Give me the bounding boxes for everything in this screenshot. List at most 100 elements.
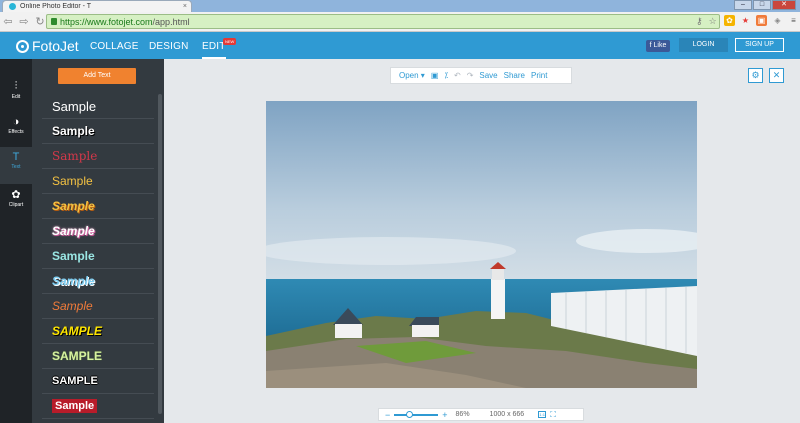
extension-icon[interactable]: ▣ (756, 15, 767, 26)
browser-toolbar: ⇦ ⇨ ↻ https://www.fotojet.com/app.html ⚷… (0, 12, 800, 32)
logo-icon (16, 39, 29, 53)
app-header: FotoJet COLLAGE DESIGN EDIT NEW f Like L… (0, 32, 800, 59)
text-style-item[interactable]: Sample (42, 294, 154, 319)
fotojet-logo[interactable]: FotoJet (16, 38, 79, 54)
zoom-slider[interactable] (394, 410, 439, 418)
image-icon[interactable]: ▣ (431, 71, 439, 80)
add-text-button[interactable]: Add Text (58, 68, 136, 84)
key-icon[interactable]: ⚷ (696, 16, 703, 27)
nav-collage[interactable]: COLLAGE (90, 41, 139, 52)
zoom-bar: − + 86% 1000 x 666 1:1 ⛶ (378, 408, 584, 421)
share-button[interactable]: Share (504, 71, 525, 80)
text-style-item[interactable]: Sample (42, 244, 154, 269)
text-style-item[interactable]: Sample (42, 269, 154, 294)
text-style-sample: SAMPLE (52, 349, 103, 363)
lock-icon (51, 18, 57, 25)
url-path: /app.html (152, 16, 190, 27)
zoom-out-icon[interactable]: − (385, 410, 390, 420)
text-style-item[interactable]: Sample (42, 144, 154, 169)
text-style-item[interactable]: Sample (42, 219, 154, 244)
text-style-item[interactable]: SAMPLE (42, 319, 154, 344)
rail-item-text[interactable]: T Text (0, 147, 32, 184)
edit-toolbar: Open ▾ ▣ ⁒ ↶ ↷ Save Share Print (390, 67, 572, 84)
lighthouse-photo (266, 101, 697, 388)
text-style-sample: Sample (52, 224, 95, 238)
extension-icon[interactable]: ✿ (724, 15, 735, 26)
actual-size-button[interactable]: 1:1 (538, 411, 547, 418)
back-icon[interactable]: ⇦ (0, 15, 16, 28)
rail-item-edit[interactable]: ⫶ Edit (0, 76, 32, 113)
rail-label: Clipart (8, 202, 24, 208)
close-window-icon[interactable]: ✕ (772, 0, 796, 10)
browser-tab-bar: Online Photo Editor - T × – □ ✕ (0, 0, 800, 12)
nav-design[interactable]: DESIGN (149, 41, 189, 52)
text-style-sample: Sample (52, 174, 93, 188)
zoom-slider-handle[interactable] (406, 410, 414, 418)
text-style-sample: Sample (52, 199, 95, 213)
address-bar[interactable]: https://www.fotojet.com/app.html (46, 14, 720, 29)
text-panel: Add Text Sample Sample Sample Sample Sam… (32, 59, 164, 423)
text-style-item[interactable]: Sample (42, 394, 154, 419)
rail-label: Edit (11, 94, 21, 100)
undo-icon[interactable]: ↶ (454, 71, 461, 80)
fullscreen-icon[interactable]: ⛶ (550, 410, 556, 420)
open-menu[interactable]: Open ▾ (399, 71, 425, 80)
text-style-item[interactable]: Sample (42, 194, 154, 219)
settings-gear-icon[interactable]: ⚙ (748, 68, 763, 83)
text-style-item[interactable]: Sample (42, 94, 154, 119)
sliders-icon: ⫶ (14, 80, 18, 92)
text-icon: T (12, 151, 20, 163)
tab-close-icon[interactable]: × (183, 3, 191, 10)
canvas-area: Open ▾ ▣ ⁒ ↶ ↷ Save Share Print ⚙ ✕ − + … (164, 59, 800, 423)
menu-icon[interactable]: ≡ (788, 15, 799, 26)
text-style-sample: Sample (52, 274, 95, 288)
text-style-item[interactable]: SAMPLE (42, 344, 154, 369)
extensions: ✿ ★ ▣ ◈ ≡ (724, 15, 799, 26)
redo-icon[interactable]: ↷ (467, 71, 474, 80)
image-size: 1000 x 666 (489, 411, 525, 418)
text-style-sample: Sample (52, 399, 98, 413)
rail-label: Effects (8, 129, 24, 135)
bookmark-star-icon[interactable]: ☆ (709, 16, 717, 27)
zoom-percent: 86% (455, 411, 470, 418)
forward-icon[interactable]: ⇨ (16, 15, 32, 28)
text-style-sample: Sample (52, 299, 93, 313)
panel-scrollbar[interactable] (158, 94, 162, 414)
address-icons: ⚷ ☆ (696, 16, 717, 27)
photo-canvas[interactable] (266, 101, 697, 388)
text-style-item[interactable]: Sample (42, 119, 154, 144)
text-style-sample: Sample (52, 249, 95, 263)
close-icon[interactable]: ✕ (769, 68, 784, 83)
text-style-item[interactable]: SAMPLE (42, 369, 154, 394)
compare-icon[interactable]: ⁒ (444, 71, 448, 80)
print-button[interactable]: Print (531, 71, 547, 80)
window-controls: – □ ✕ (734, 0, 796, 10)
url-host: www.fotojet.com (87, 16, 153, 27)
zoom-in-icon[interactable]: + (442, 410, 447, 420)
text-style-sample: Sample (52, 149, 98, 163)
signup-button[interactable]: SIGN UP (735, 38, 784, 52)
rail-item-clipart[interactable]: ✿ Clipart (0, 184, 32, 221)
url-text: https://www.fotojet.com/app.html (60, 17, 190, 27)
shield-extension-icon[interactable]: ◈ (772, 15, 783, 26)
favicon-icon (9, 3, 16, 10)
browser-tab[interactable]: Online Photo Editor - T × (2, 0, 192, 12)
effects-icon: ◑ (12, 116, 20, 128)
tool-rail: ⫶ Edit ◑ Effects T Text ✿ Clipart (0, 59, 32, 423)
text-style-sample: Sample (52, 124, 95, 138)
save-button[interactable]: Save (479, 71, 497, 80)
logo-text: FotoJet (32, 38, 79, 54)
text-style-item[interactable]: Sample (42, 169, 154, 194)
url-scheme: https:// (60, 16, 88, 27)
tab-title: Online Photo Editor - T (20, 3, 92, 10)
facebook-like-button[interactable]: f Like (646, 40, 670, 52)
minimize-icon[interactable]: – (734, 0, 752, 10)
text-style-sample: Sample (52, 98, 97, 114)
text-style-sample: SAMPLE (52, 324, 103, 338)
rail-item-effects[interactable]: ◑ Effects (0, 112, 32, 149)
maximize-icon[interactable]: □ (753, 0, 771, 10)
login-button[interactable]: LOGIN (679, 38, 728, 52)
nav-edit[interactable]: EDIT (202, 41, 226, 59)
clipart-icon: ✿ (11, 189, 21, 201)
star-extension-icon[interactable]: ★ (740, 15, 751, 26)
